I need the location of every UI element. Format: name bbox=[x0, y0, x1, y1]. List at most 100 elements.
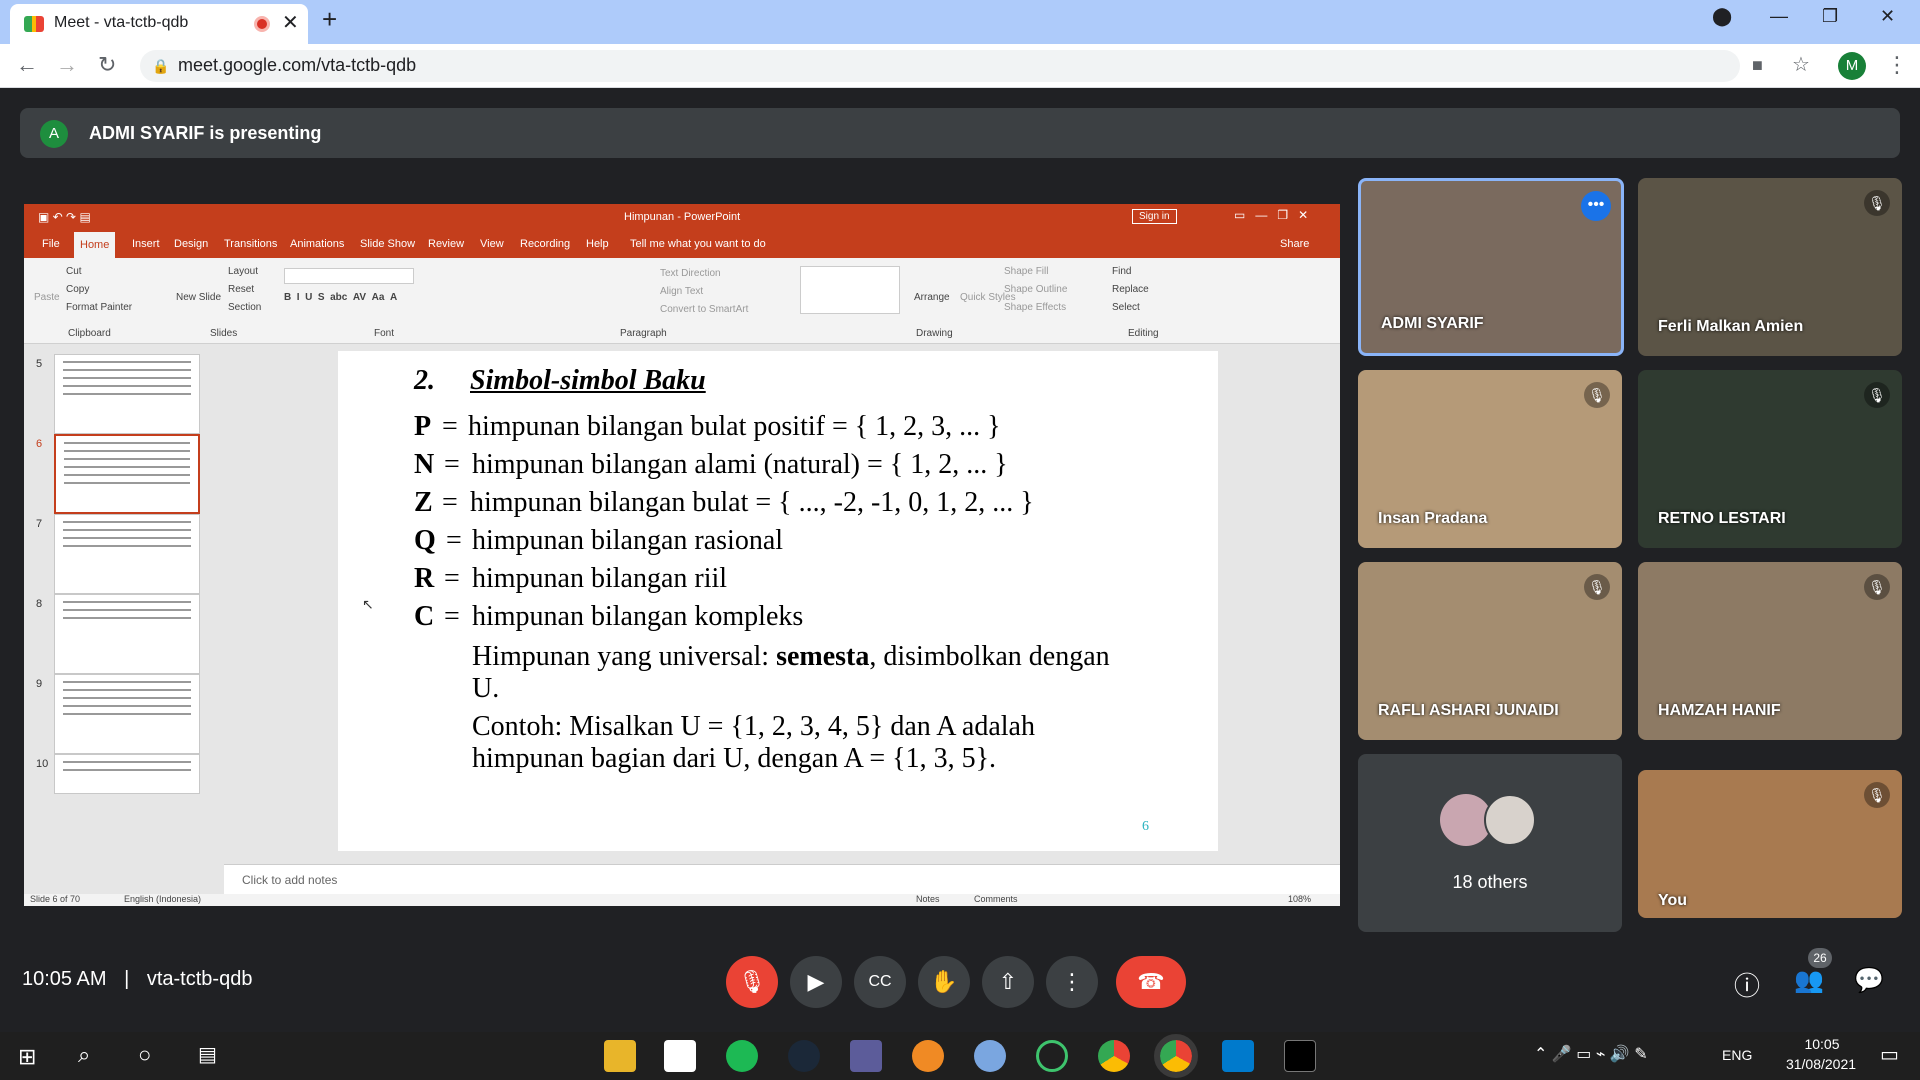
more-options-button[interactable]: ⋮ bbox=[1046, 956, 1098, 1008]
ppt-tab-design[interactable]: Design bbox=[174, 238, 208, 250]
ppt-tab-view[interactable]: View bbox=[480, 238, 504, 250]
blender-icon[interactable] bbox=[912, 1040, 944, 1072]
ppt-tab-review[interactable]: Review bbox=[428, 238, 464, 250]
profile-avatar[interactable]: M bbox=[1838, 52, 1866, 80]
forward-arrow-icon[interactable]: → bbox=[56, 52, 78, 78]
app-icon[interactable] bbox=[1036, 1040, 1068, 1072]
file-explorer-icon[interactable] bbox=[604, 1040, 636, 1072]
browser-menu-icon[interactable]: ⋮ bbox=[1886, 52, 1908, 78]
align-text-button[interactable]: Align Text bbox=[660, 286, 703, 297]
camera-button[interactable]: ▶ bbox=[790, 956, 842, 1008]
current-slide[interactable]: 2. Simbol-simbol Baku P = himpunan bilan… bbox=[338, 351, 1218, 851]
chrome-icon[interactable] bbox=[1098, 1040, 1130, 1072]
ppt-tab-insert[interactable]: Insert bbox=[132, 238, 160, 250]
shapes-gallery[interactable] bbox=[800, 266, 900, 314]
select-button[interactable]: Select bbox=[1112, 302, 1140, 313]
ppt-tab-home[interactable]: Home bbox=[74, 232, 116, 258]
language-indicator[interactable]: ENG bbox=[1722, 1047, 1752, 1063]
replace-button[interactable]: Replace bbox=[1112, 284, 1149, 295]
app-icon[interactable] bbox=[850, 1040, 882, 1072]
font-name-box[interactable] bbox=[284, 268, 414, 284]
search-icon[interactable]: ⌕ bbox=[78, 1042, 90, 1068]
raise-hand-button[interactable]: ✋ bbox=[918, 956, 970, 1008]
slide-thumbnail[interactable] bbox=[54, 754, 200, 794]
convert-smartart-button[interactable]: Convert to SmartArt bbox=[660, 304, 748, 315]
ppt-window-controls[interactable]: ▭ — ❐ ✕ bbox=[1234, 208, 1308, 222]
system-tray-icons[interactable]: ⌃ 🎤 ▭ ⌁ 🔊 ✎ bbox=[1534, 1044, 1648, 1064]
leave-call-button[interactable]: ☎ bbox=[1116, 956, 1186, 1008]
ppt-tab-transitions[interactable]: Transitions bbox=[224, 238, 277, 250]
ppt-tab-animations[interactable]: Animations bbox=[290, 238, 344, 250]
back-arrow-icon[interactable]: ← bbox=[16, 52, 38, 78]
steam-icon[interactable] bbox=[788, 1040, 820, 1072]
clock-time[interactable]: 10:05 bbox=[1786, 1036, 1858, 1052]
participant-tile[interactable]: 🎙 HAMZAH HANIF bbox=[1638, 562, 1902, 740]
save-icon[interactable]: ▣ ↶ ↷ ▤ bbox=[38, 210, 91, 224]
shape-fill-button[interactable]: Shape Fill bbox=[1004, 266, 1048, 277]
text-direction-button[interactable]: Text Direction bbox=[660, 268, 721, 279]
maximize-button[interactable]: ❐ bbox=[1822, 6, 1838, 27]
people-icon[interactable]: 👥 bbox=[1794, 966, 1824, 995]
notion-icon[interactable] bbox=[664, 1040, 696, 1072]
notes-toggle[interactable]: Notes bbox=[916, 894, 940, 904]
spotify-icon[interactable] bbox=[726, 1040, 758, 1072]
slide-thumbnail[interactable] bbox=[54, 594, 200, 674]
chrome-active-icon[interactable] bbox=[1154, 1034, 1198, 1078]
self-view-tile[interactable]: 🎙 You bbox=[1638, 770, 1902, 918]
browser-tab[interactable]: Meet - vta-tctb-qdb ✕ bbox=[10, 4, 308, 44]
new-slide-button[interactable]: New Slide bbox=[176, 292, 221, 303]
participant-tile[interactable]: 🎙 RETNO LESTARI bbox=[1638, 370, 1902, 548]
notes-pane[interactable]: Click to add notes bbox=[224, 864, 1340, 894]
paste-button[interactable]: Paste bbox=[34, 292, 60, 303]
font-style-buttons[interactable]: B I U S abc AV Aa A bbox=[284, 292, 397, 303]
close-window-button[interactable]: ✕ bbox=[1880, 6, 1895, 27]
participant-tile[interactable]: 🎙 Ferli Malkan Amien bbox=[1638, 178, 1902, 356]
copy-button[interactable]: Copy bbox=[66, 284, 89, 295]
task-view-icon[interactable]: ▤ bbox=[198, 1042, 217, 1067]
format-painter-button[interactable]: Format Painter bbox=[66, 302, 132, 313]
slide-thumbnail-selected[interactable] bbox=[54, 434, 200, 514]
participant-tile[interactable]: 🎙 RAFLI ASHARI JUNAIDI bbox=[1358, 562, 1622, 740]
slide-thumbnail[interactable] bbox=[54, 354, 200, 434]
ppt-tab-help[interactable]: Help bbox=[586, 238, 609, 250]
ppt-tab-slideshow[interactable]: Slide Show bbox=[360, 238, 415, 250]
cortana-icon[interactable]: ○ bbox=[138, 1042, 151, 1068]
close-tab-icon[interactable]: ✕ bbox=[282, 10, 299, 35]
comments-toggle[interactable]: Comments bbox=[974, 894, 1018, 904]
notifications-icon[interactable]: ▭ bbox=[1880, 1042, 1899, 1067]
terminal-icon[interactable] bbox=[1284, 1040, 1316, 1072]
more-options-icon[interactable]: ••• bbox=[1581, 191, 1611, 221]
sign-in-button[interactable]: Sign in bbox=[1132, 209, 1177, 224]
tell-me-search[interactable]: Tell me what you want to do bbox=[630, 238, 766, 250]
arrange-button[interactable]: Arrange bbox=[914, 292, 950, 303]
zoom-level[interactable]: 108% bbox=[1288, 894, 1311, 904]
layout-button[interactable]: Layout bbox=[228, 266, 258, 277]
others-tile[interactable]: 18 others bbox=[1358, 754, 1622, 932]
minimize-button[interactable]: — bbox=[1770, 6, 1788, 27]
bookmark-star-icon[interactable]: ☆ bbox=[1792, 52, 1810, 77]
reset-button[interactable]: Reset bbox=[228, 284, 254, 295]
r-icon[interactable] bbox=[974, 1040, 1006, 1072]
slide-thumbnail[interactable] bbox=[54, 514, 200, 594]
participant-tile[interactable]: 🎙 Insan Pradana bbox=[1358, 370, 1622, 548]
reload-icon[interactable]: ↻ bbox=[98, 52, 116, 78]
ppt-tab-file[interactable]: File bbox=[42, 238, 60, 250]
participant-tile-presenter[interactable]: ••• ADMI SYARIF bbox=[1358, 178, 1624, 356]
ppt-share-button[interactable]: Share bbox=[1280, 238, 1309, 250]
new-tab-button[interactable]: + bbox=[322, 4, 337, 35]
vscode-icon[interactable] bbox=[1222, 1040, 1254, 1072]
url-text[interactable]: meet.google.com/vta-tctb-qdb bbox=[178, 55, 416, 76]
slide-thumbnail[interactable] bbox=[54, 674, 200, 754]
cut-button[interactable]: Cut bbox=[66, 266, 82, 277]
meeting-info-icon[interactable]: ⓘ bbox=[1734, 966, 1760, 1003]
shape-effects-button[interactable]: Shape Effects bbox=[1004, 302, 1066, 313]
find-button[interactable]: Find bbox=[1112, 266, 1131, 277]
tab-search-icon[interactable]: ⬤ bbox=[1712, 6, 1732, 27]
camera-icon[interactable]: ■ bbox=[1752, 55, 1763, 76]
section-button[interactable]: Section bbox=[228, 302, 261, 313]
shape-outline-button[interactable]: Shape Outline bbox=[1004, 284, 1067, 295]
mic-off-button[interactable]: 🎙 bbox=[726, 956, 778, 1008]
captions-button[interactable]: CC bbox=[854, 956, 906, 1008]
clock-date[interactable]: 31/08/2021 bbox=[1778, 1056, 1864, 1072]
chat-icon[interactable]: 💬 bbox=[1854, 966, 1884, 995]
